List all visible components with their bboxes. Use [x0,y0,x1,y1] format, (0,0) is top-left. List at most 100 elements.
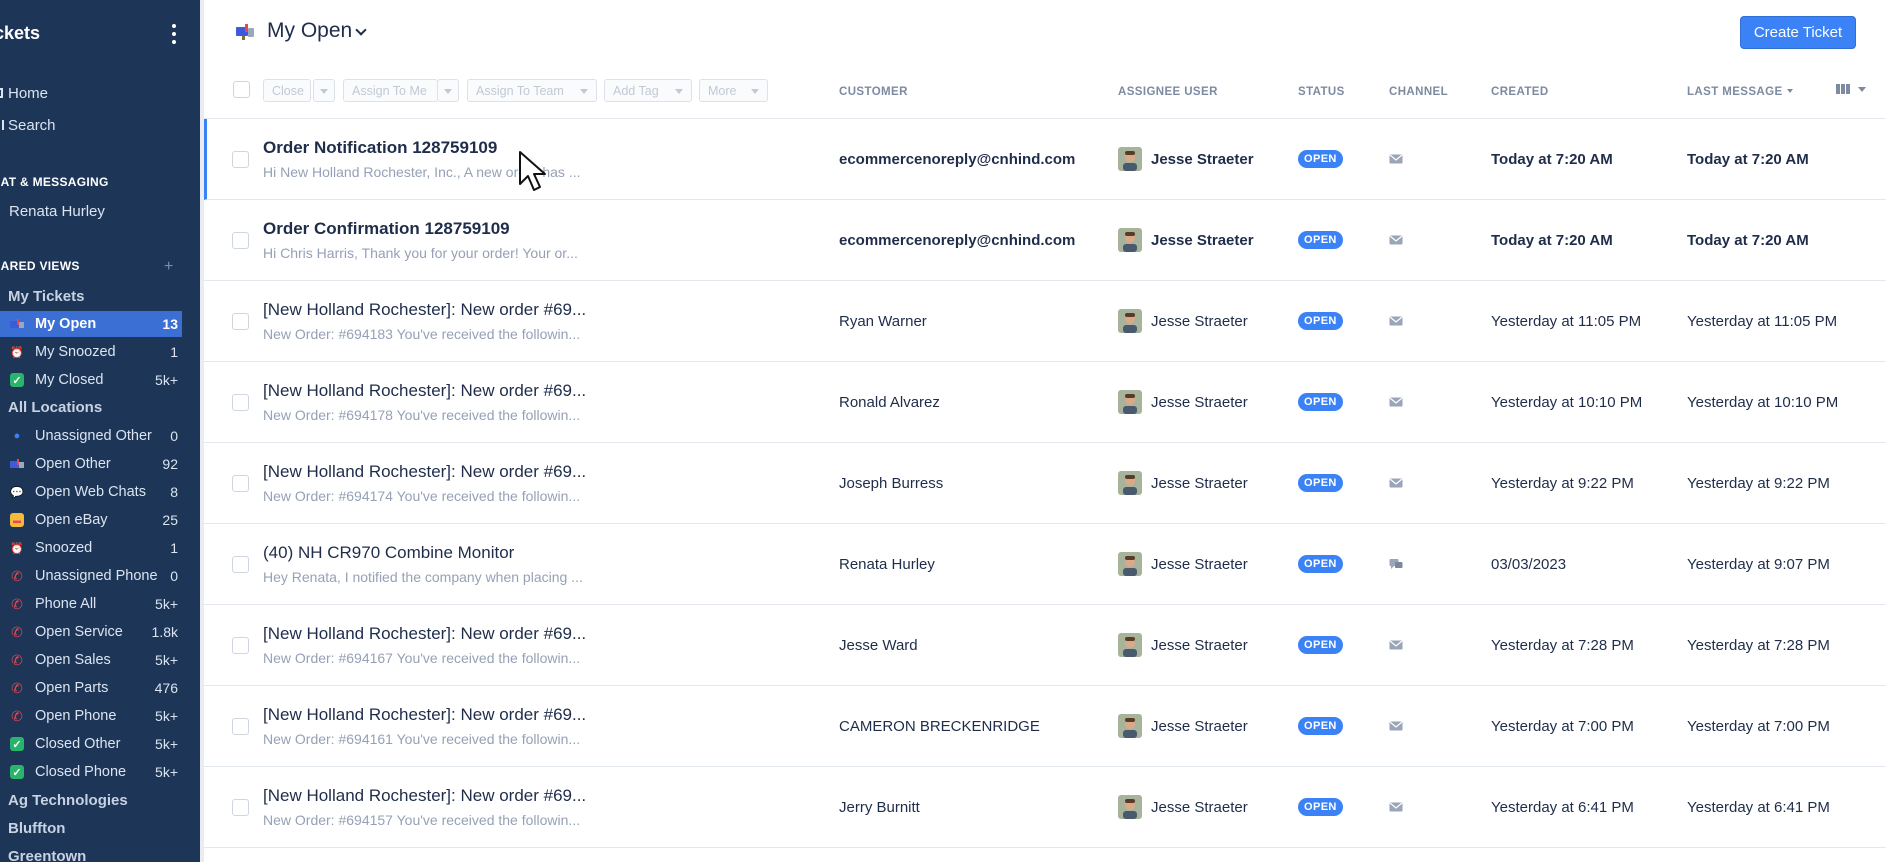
row-checkbox[interactable] [232,232,249,249]
sidebar-item-open-service[interactable]: ✆ Open Service 1.8k [0,619,182,645]
ticket-row[interactable]: [New Holland Rochester]: New order #69..… [204,686,1886,767]
ticket-customer[interactable]: Jerry Burnitt [839,799,920,816]
ticket-subject[interactable]: [New Holland Rochester]: New order #69..… [263,624,586,644]
sidebar-item-label: Open Phone [35,708,117,724]
ticket-preview: New Order: #694161 You've received the f… [263,731,581,747]
ticket-row[interactable]: Order Notification 128759109 Hi New Holl… [204,119,1886,200]
row-checkbox[interactable] [232,637,249,654]
chevron-down-icon[interactable] [1858,87,1866,92]
ticket-customer[interactable]: Ryan Warner [839,313,927,330]
close-dropdown-button[interactable] [313,79,335,102]
row-checkbox[interactable] [232,475,249,492]
ticket-subject[interactable]: [New Holland Rochester]: New order #69..… [263,300,586,320]
group-bluffton[interactable]: Bluffton [8,820,65,837]
nav-search[interactable]: Search [0,117,56,134]
close-button-label: Close [272,83,304,98]
ticket-created: Yesterday at 10:10 PM [1491,394,1643,411]
ticket-subject[interactable]: [New Holland Rochester]: New order #69..… [263,381,586,401]
mailbox-icon [10,317,24,331]
select-all-checkbox[interactable] [233,81,250,98]
group-all-locations[interactable]: All Locations [8,399,102,416]
create-ticket-button[interactable]: Create Ticket [1740,16,1856,49]
ticket-subject[interactable]: (40) NH CR970 Combine Monitor [263,543,514,563]
email-icon [1389,640,1403,650]
row-checkbox[interactable] [232,313,249,330]
ticket-row[interactable]: [New Holland Rochester]: New order #69..… [204,281,1886,362]
alarm-clock-icon: ⏰ [10,542,24,555]
ticket-customer[interactable]: CAMERON BRECKENRIDGE [839,718,1040,735]
sidebar-item-label: Open Service [35,624,123,640]
sidebar-item-closed-phone[interactable]: ✓ Closed Phone 5k+ [0,759,182,785]
ticket-customer[interactable]: ecommercenoreply@cnhind.com [839,151,1075,168]
ticket-row[interactable]: [New Holland Rochester]: New order #69..… [204,605,1886,686]
sidebar-item-open-sales[interactable]: ✆ Open Sales 5k+ [0,647,182,673]
ticket-subject[interactable]: [New Holland Rochester]: New order #69..… [263,705,586,725]
page-title[interactable]: My Open [267,19,352,43]
ticket-subject[interactable]: [New Holland Rochester]: New order #69..… [263,786,586,806]
sidebar-item-closed-other[interactable]: ✓ Closed Other 5k+ [0,731,182,757]
ticket-customer[interactable]: Jesse Ward [839,637,918,654]
ticket-row[interactable]: [New Holland Rochester]: New order #69..… [204,767,1886,848]
ticket-customer[interactable]: ecommercenoreply@cnhind.com [839,232,1075,249]
sidebar-item-label: My Open [35,316,97,332]
sidebar-item-snoozed[interactable]: ⏰ Snoozed 1 [0,535,182,561]
ticket-subject[interactable]: Order Confirmation 128759109 [263,219,510,239]
sidebar-item-open-parts[interactable]: ✆ Open Parts 476 [0,675,182,701]
group-my-tickets[interactable]: My Tickets [8,288,84,305]
ticket-row[interactable]: Order Confirmation 128759109 Hi Chris Ha… [204,200,1886,281]
ticket-assignee: Jesse Straeter [1151,394,1248,411]
column-header-status[interactable]: STATUS [1298,86,1345,98]
sidebar-item-unassigned-other[interactable]: ● Unassigned Other 0 [0,423,182,449]
chat-contact[interactable]: Renata Hurley [9,203,105,220]
sidebar-item-label: Unassigned Other [35,428,152,444]
ticket-customer[interactable]: Ronald Alvarez [839,394,940,411]
assign-to-me-dropdown-button[interactable] [437,79,459,102]
sidebar-item-open-ebay[interactable]: ▬ Open eBay 25 [0,507,182,533]
sidebar-item-open-web-chats[interactable]: 💬 Open Web Chats 8 [0,479,182,505]
column-header-assignee[interactable]: ASSIGNEE USER [1118,86,1218,98]
ticket-customer[interactable]: Joseph Burress [839,475,943,492]
ticket-row[interactable]: (40) NH CR970 Combine Monitor Hey Renata… [204,524,1886,605]
add-tag-button[interactable]: Add Tag [604,79,692,102]
avatar [1118,309,1142,333]
row-checkbox[interactable] [232,718,249,735]
status-badge: OPEN [1298,474,1343,492]
column-header-channel[interactable]: CHANNEL [1389,86,1448,98]
ticket-preview: Hi New Holland Rochester, Inc., A new or… [263,164,581,180]
nav-home[interactable]: Home [0,85,48,102]
row-checkbox[interactable] [232,394,249,411]
columns-icon[interactable] [1836,84,1850,94]
ticket-customer[interactable]: Renata Hurley [839,556,935,573]
column-header-last-message[interactable]: LAST MESSAGE [1687,86,1793,98]
sidebar-item-unassigned-phone[interactable]: ✆ Unassigned Phone 0 [0,563,182,589]
chevron-down-icon[interactable] [355,24,367,36]
sidebar-menu-icon[interactable] [168,24,180,44]
add-view-icon[interactable]: + [164,258,173,276]
sidebar-item-phone-all[interactable]: ✆ Phone All 5k+ [0,591,182,617]
ticket-preview: Hi Chris Harris, Thank you for your orde… [263,245,578,261]
group-ag-technologies[interactable]: Ag Technologies [8,792,128,809]
group-greentown[interactable]: Greentown [8,848,86,862]
pin-icon: ● [13,430,21,442]
sidebar-item-my-snoozed[interactable]: ⏰ My Snoozed 1 [0,339,182,365]
sidebar: ckets Home Search IAT & MESSAGING Renata… [0,0,204,862]
sidebar-item-open-phone[interactable]: ✆ Open Phone 5k+ [0,703,182,729]
more-button[interactable]: More [699,79,768,102]
phone-icon: ✆ [11,623,23,640]
ticket-subject[interactable]: [New Holland Rochester]: New order #69..… [263,462,586,482]
sidebar-item-my-closed[interactable]: ✓ My Closed 5k+ [0,367,182,393]
row-checkbox[interactable] [232,151,249,168]
assign-to-me-button[interactable]: Assign To Me [343,79,438,102]
sidebar-item-open-other[interactable]: Open Other 92 [0,451,182,477]
ticket-subject[interactable]: Order Notification 128759109 [263,138,497,158]
close-button[interactable]: Close [263,79,311,102]
assign-to-team-button[interactable]: Assign To Team [467,79,597,102]
ticket-row[interactable]: [New Holland Rochester]: New order #69..… [204,443,1886,524]
column-header-customer[interactable]: CUSTOMER [839,86,908,98]
ticket-created: Yesterday at 6:41 PM [1491,799,1634,816]
ticket-row[interactable]: [New Holland Rochester]: New order #69..… [204,362,1886,443]
row-checkbox[interactable] [232,799,249,816]
sidebar-item-my-open[interactable]: My Open 13 [0,311,182,337]
column-header-created[interactable]: CREATED [1491,86,1549,98]
row-checkbox[interactable] [232,556,249,573]
